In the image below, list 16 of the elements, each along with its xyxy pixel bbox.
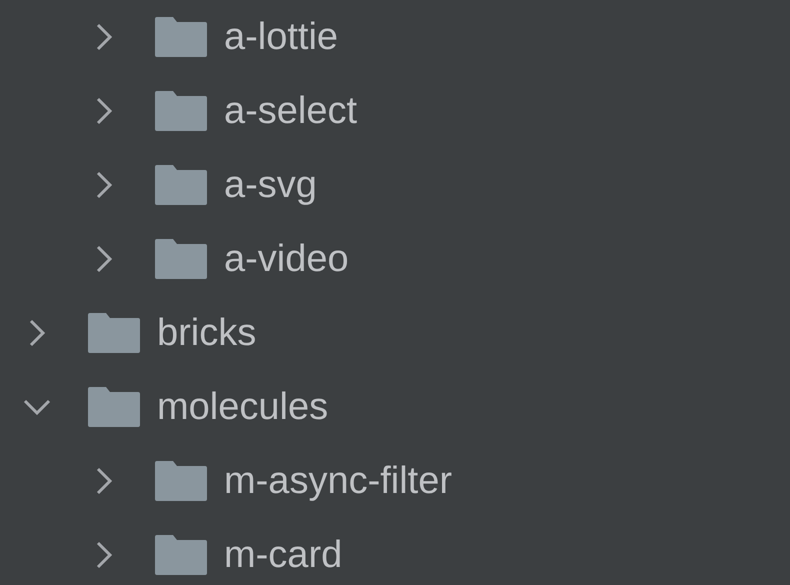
folder-icon	[88, 313, 140, 353]
folder-name[interactable]: a-lottie	[224, 16, 338, 58]
folder-name[interactable]: a-select	[224, 90, 358, 132]
folder-name[interactable]: molecules	[157, 386, 328, 428]
folder-name[interactable]: m-async-filter	[224, 460, 452, 502]
folder-icon	[88, 387, 140, 427]
folder-icon	[155, 535, 207, 575]
folder-name[interactable]: bricks	[157, 312, 256, 354]
folder-name[interactable]: a-video	[224, 238, 349, 280]
folder-name[interactable]: m-card	[224, 534, 342, 576]
folder-icon	[155, 461, 207, 501]
folder-icon	[155, 165, 207, 205]
folder-icon	[155, 17, 207, 57]
folder-name[interactable]: a-svg	[224, 164, 317, 206]
folder-icon	[155, 91, 207, 131]
folder-icon	[155, 239, 207, 279]
